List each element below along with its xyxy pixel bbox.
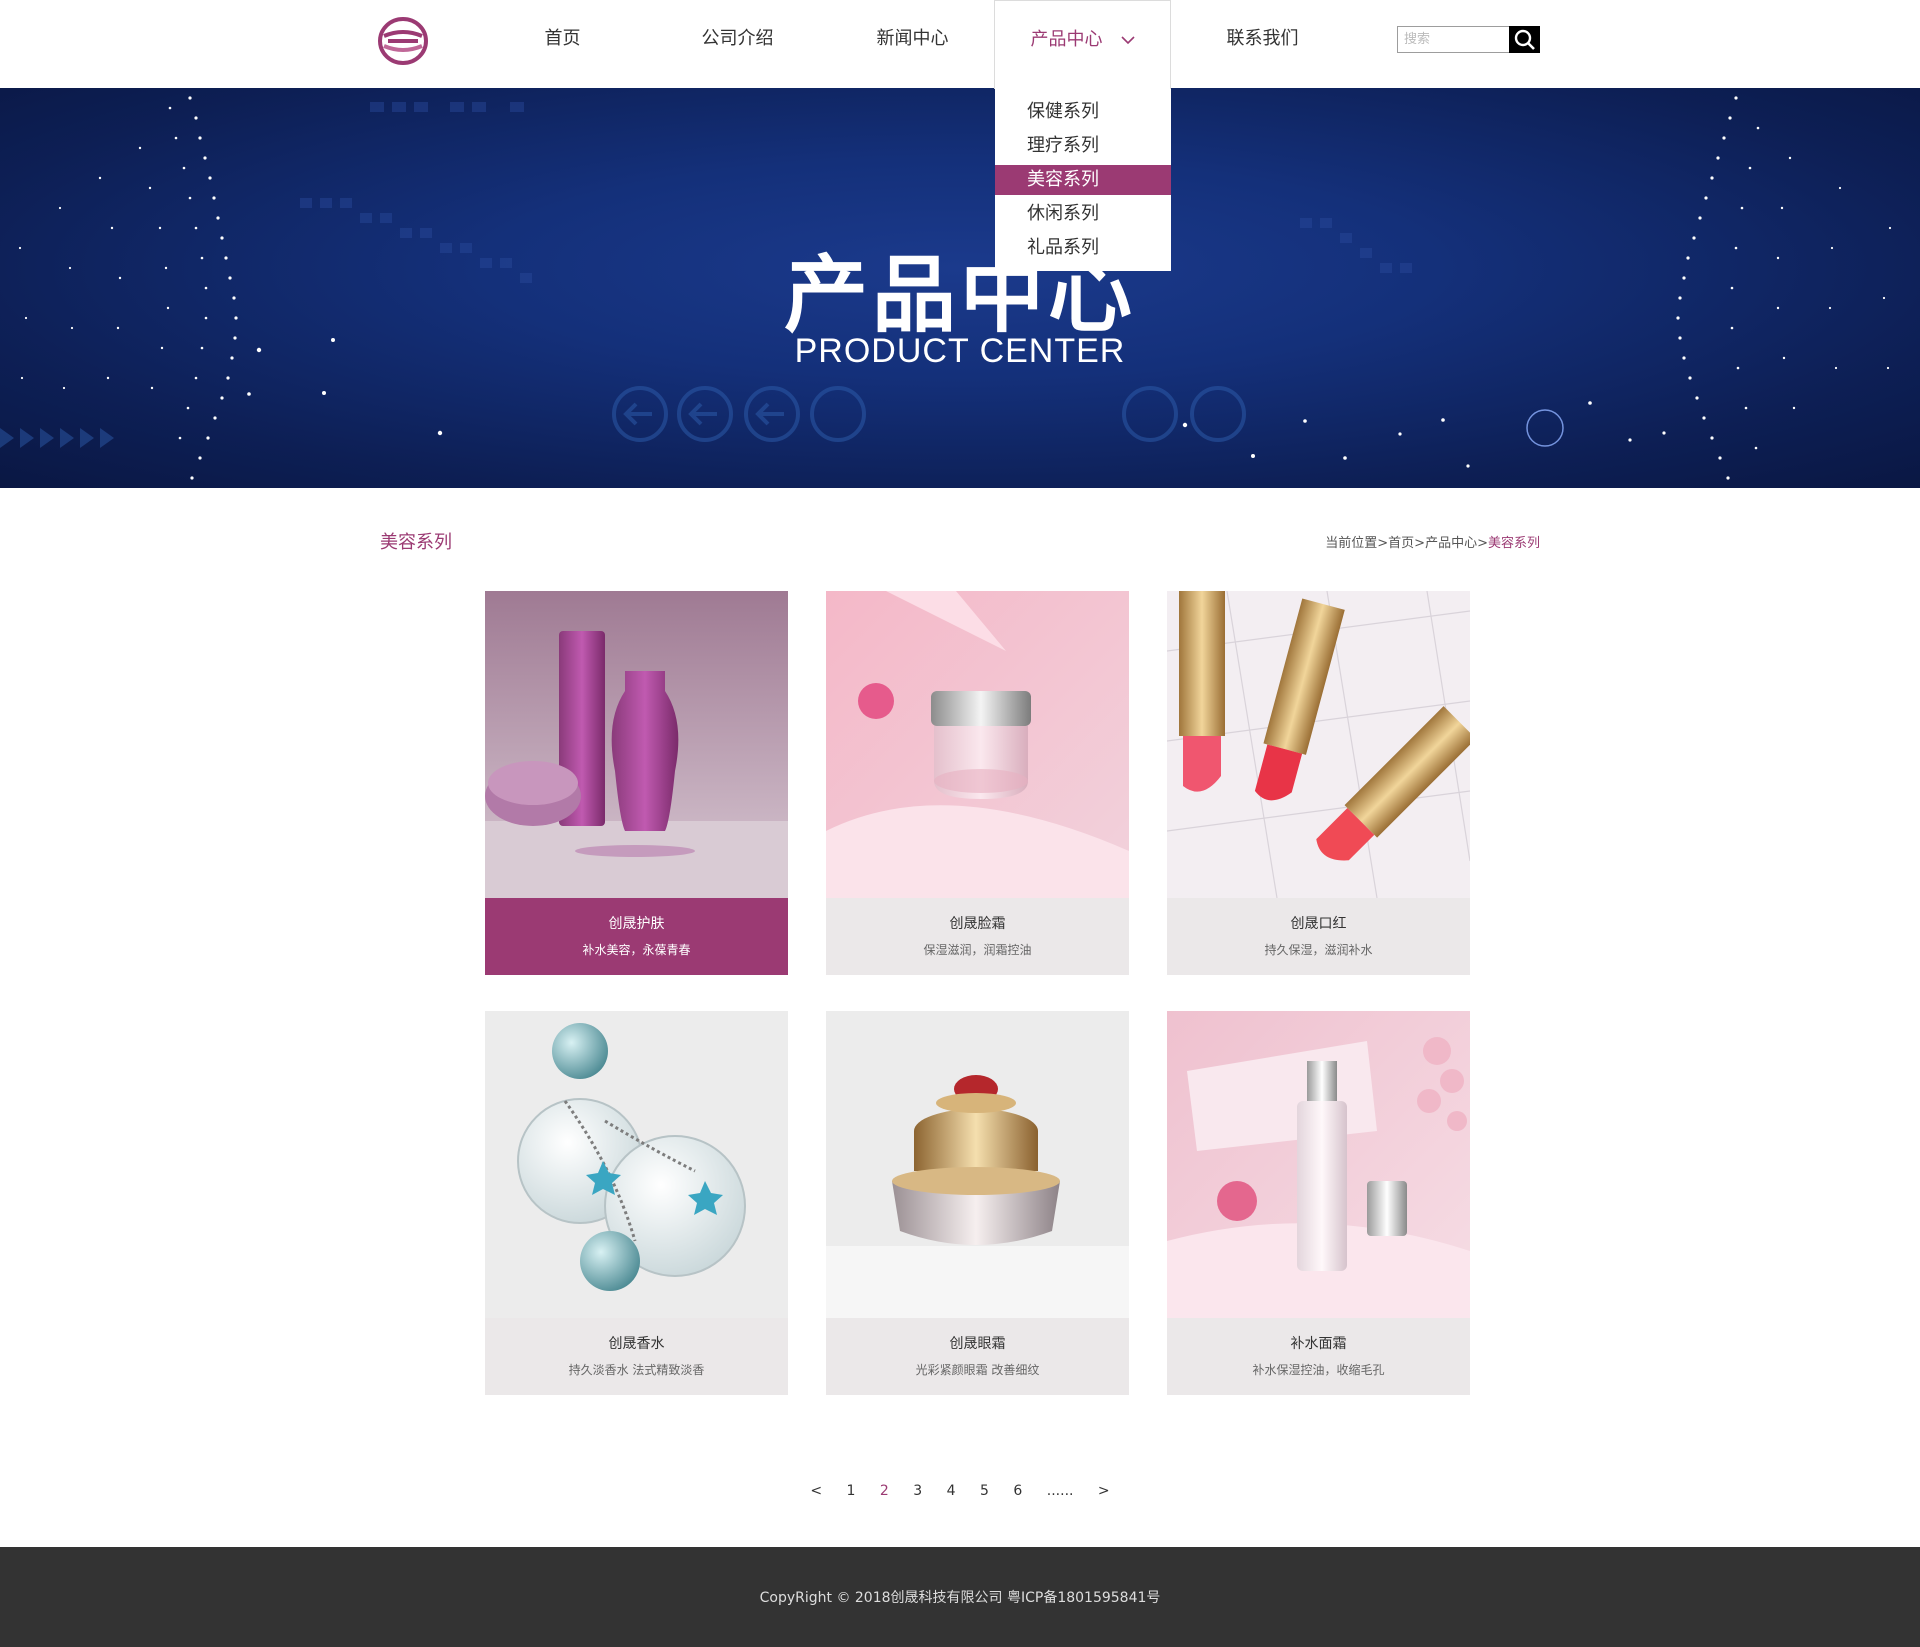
section-title: 美容系列	[380, 532, 452, 553]
pagination: < 1 2 3 4 5 6 ...... >	[0, 1483, 1920, 1499]
product-description: 持久淡香水 法式精致淡香	[568, 1363, 705, 1377]
product-description: 保湿滋润，润霜控油	[923, 943, 1032, 957]
product-card[interactable]: 创晟脸霜 保湿滋润，润霜控油	[826, 591, 1129, 975]
product-image	[485, 591, 788, 898]
pagination-next[interactable]: >	[1098, 1483, 1110, 1499]
product-name: 创晟香水	[608, 1336, 665, 1352]
pagination-page[interactable]: 6	[1013, 1483, 1022, 1499]
product-card[interactable]: 创晟香水 持久淡香水 法式精致淡香	[485, 1011, 788, 1395]
banner-subtitle: PRODUCT CENTER	[794, 332, 1126, 370]
product-description: 补水美容，永葆青春	[582, 943, 691, 957]
dropdown-item-leisure[interactable]: 休闲系列	[995, 197, 1171, 231]
product-card[interactable]: 创晟口红 持久保湿，滋润补水	[1167, 591, 1470, 975]
nav-news[interactable]: 新闻中心	[845, 0, 980, 78]
search-button[interactable]	[1509, 26, 1540, 53]
pagination-page[interactable]: 3	[913, 1483, 922, 1499]
product-image	[1167, 591, 1470, 898]
pagination-ellipsis: ......	[1046, 1483, 1074, 1499]
breadcrumb-home[interactable]: 首页	[1388, 536, 1414, 551]
product-card[interactable]: 补水面霜 补水保湿控油，收缩毛孔	[1167, 1011, 1470, 1395]
product-description: 补水保湿控油，收缩毛孔	[1252, 1363, 1385, 1377]
site-header: 首页 公司介绍 新闻中心 产品中心 联系我们	[0, 0, 1920, 89]
dropdown-item-beauty[interactable]: 美容系列	[995, 165, 1171, 195]
product-card[interactable]: 创晟眼霜 光彩紧颜眼霜 改善细纹	[826, 1011, 1129, 1395]
company-logo[interactable]	[378, 16, 428, 66]
bubble-shape	[1526, 409, 1564, 447]
product-description: 持久保湿，滋润补水	[1264, 943, 1373, 957]
nav-home[interactable]: 首页	[495, 0, 630, 78]
product-image	[826, 591, 1129, 898]
product-description: 光彩紧颜眼霜 改善细纹	[915, 1363, 1040, 1377]
site-footer: CopyRight © 2018创晟科技有限公司 粤ICP备1801595841…	[0, 1547, 1920, 1647]
product-name: 创晟脸霜	[949, 916, 1006, 932]
breadcrumb-current: 美容系列	[1487, 536, 1540, 551]
dropdown-item-therapy[interactable]: 理疗系列	[995, 129, 1171, 163]
breadcrumb-separator: >	[1477, 536, 1488, 551]
search-icon	[1514, 29, 1535, 50]
pagination-page[interactable]: 1	[847, 1483, 856, 1499]
pagination-page[interactable]: 5	[980, 1483, 989, 1499]
nav-products-label: 产品中心	[1030, 29, 1103, 50]
banner-title: 产品中心	[783, 246, 1136, 344]
breadcrumb-parent[interactable]: 产品中心	[1425, 536, 1477, 551]
nav-products[interactable]: 产品中心	[994, 0, 1171, 89]
product-name: 创晟口红	[1290, 916, 1347, 932]
search-input[interactable]	[1397, 26, 1510, 53]
footer-copyright: CopyRight © 2018创晟科技有限公司 粤ICP备1801595841…	[759, 1590, 1161, 1606]
chevron-down-icon	[1120, 35, 1135, 44]
pagination-prev[interactable]: <	[810, 1483, 822, 1499]
nav-contact[interactable]: 联系我们	[1195, 0, 1330, 78]
pagination-page-current[interactable]: 2	[880, 1483, 889, 1499]
product-image	[1167, 1011, 1470, 1318]
hero-banner: 产品中心 PRODUCT CENTER	[0, 88, 1920, 488]
pagination-page[interactable]: 4	[947, 1483, 956, 1499]
products-dropdown-menu: 保健系列 理疗系列 美容系列 休闲系列 礼品系列	[995, 89, 1171, 271]
product-name: 创晟护肤	[608, 916, 665, 932]
product-image	[485, 1011, 788, 1318]
breadcrumb-separator: >	[1414, 536, 1426, 551]
product-image	[826, 1011, 1129, 1318]
product-name: 补水面霜	[1290, 1336, 1347, 1352]
breadcrumb-separator: >	[1377, 536, 1389, 551]
nav-about[interactable]: 公司介绍	[670, 0, 805, 78]
breadcrumb: 当前位置>首页>产品中心>美容系列	[1325, 532, 1540, 551]
product-name: 创晟眼霜	[949, 1336, 1006, 1352]
product-card[interactable]: 创晟护肤 补水美容，永葆青春	[485, 591, 788, 975]
breadcrumb-prefix: 当前位置	[1325, 536, 1378, 551]
dropdown-item-gift[interactable]: 礼品系列	[995, 231, 1171, 265]
dropdown-item-health[interactable]: 保健系列	[995, 95, 1171, 129]
